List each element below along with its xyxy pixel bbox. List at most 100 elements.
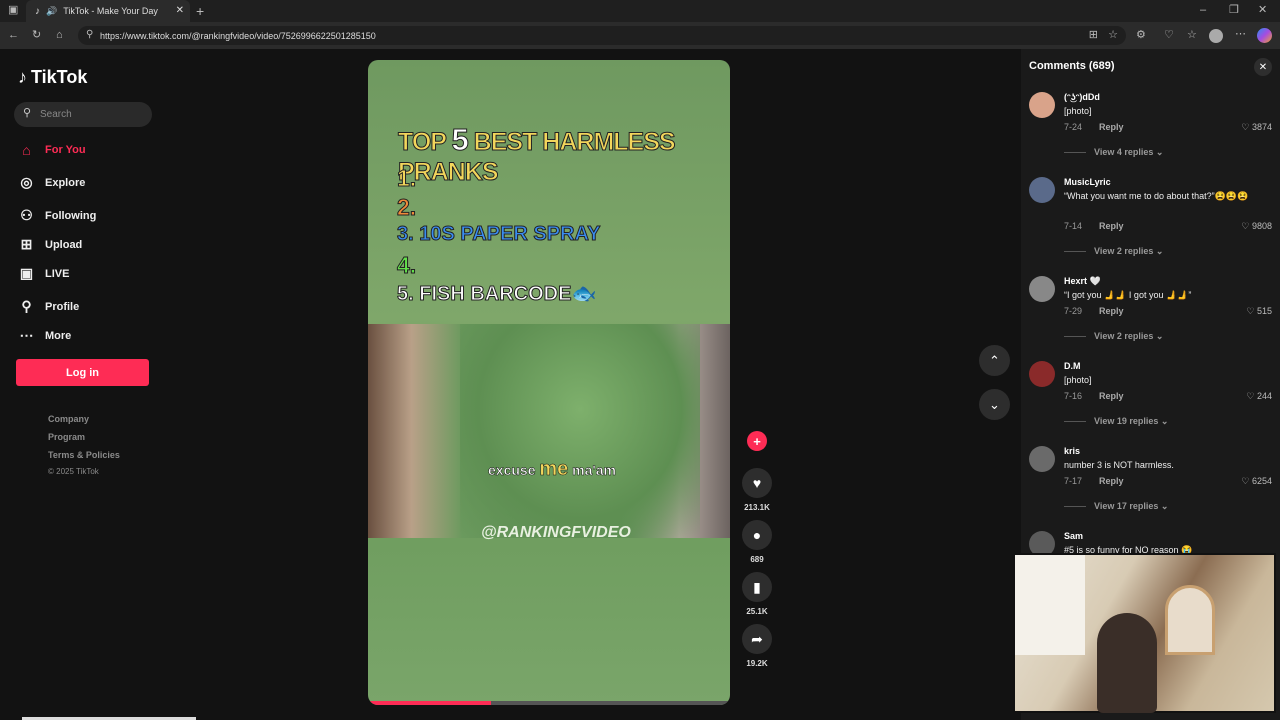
save-action[interactable]: ▮ 25.1K — [740, 572, 774, 616]
nav-upload[interactable]: ⊞ Upload — [18, 236, 83, 253]
heart-icon[interactable]: ♥ — [742, 468, 772, 498]
search-placeholder: Search — [40, 109, 72, 120]
window-light — [1015, 555, 1085, 655]
footer-terms[interactable]: Terms & Policies — [48, 450, 120, 460]
back-icon[interactable]: ← — [8, 30, 19, 41]
comment-username[interactable]: D.M — [1064, 361, 1081, 371]
nav-profile[interactable]: ⚲ Profile — [18, 298, 79, 315]
comment-date: 7-16 — [1064, 391, 1083, 401]
video-player[interactable]: TOP 5 BEST HARMLESS PRANKS 1. 2. 3. 10S … — [368, 60, 730, 705]
view-replies-button[interactable]: View 19 replies ⌄ — [1064, 416, 1168, 427]
nav-more[interactable]: ⋯ More — [18, 327, 72, 344]
tiktok-note-icon: ♪ — [18, 67, 27, 87]
extensions-icon[interactable]: ⚙ — [1136, 30, 1146, 41]
comment-text: number 3 is NOT harmless. — [1064, 460, 1174, 470]
green-shirt-figure — [460, 324, 700, 538]
avatar[interactable] — [1029, 446, 1055, 472]
copilot-icon[interactable] — [1257, 28, 1272, 43]
reply-button[interactable]: Reply — [1099, 476, 1124, 486]
upload-icon: ⊞ — [20, 236, 33, 252]
reply-button[interactable]: Reply — [1099, 122, 1124, 132]
comment-like[interactable]: ♡ 3874 — [1241, 122, 1272, 133]
list-item: 3. 10S PAPER SPRAY — [396, 223, 601, 246]
heart-outline-icon: ♡ — [1241, 122, 1252, 132]
nav-live[interactable]: ▣ LIVE — [18, 265, 70, 282]
comment-icon[interactable]: ● — [742, 520, 772, 550]
settings-menu-icon[interactable]: ⋯ — [1235, 29, 1246, 40]
nav-following[interactable]: ⚇ Following — [18, 207, 96, 224]
video-progress-fill — [368, 701, 492, 705]
comment-like[interactable]: ♡ 244 — [1246, 391, 1272, 402]
comment-count: 689 — [750, 555, 764, 564]
comment-text: [photo] — [1064, 375, 1092, 385]
tab-title: TikTok - Make Your Day — [63, 6, 158, 16]
nav-label: For You — [45, 144, 86, 156]
browser-essentials-icon[interactable]: ♡ — [1164, 30, 1174, 41]
list-item: 2. — [396, 194, 417, 221]
footer-program[interactable]: Program — [48, 432, 85, 442]
refresh-icon[interactable]: ↻ — [32, 30, 41, 41]
comment-like[interactable]: ♡ 515 — [1246, 306, 1272, 317]
comment-username[interactable]: (ᵔ͜ʖᵔ)dDd — [1064, 92, 1100, 102]
heart-outline-icon: ♡ — [1246, 306, 1257, 316]
url-text: https://www.tiktok.com/@rankingfvideo/vi… — [100, 30, 376, 41]
close-window-icon[interactable]: ✕ — [1258, 5, 1267, 16]
new-tab-icon[interactable]: + — [196, 4, 204, 18]
address-bar[interactable]: ⚲ https://www.tiktok.com/@rankingfvideo/… — [78, 26, 1126, 45]
login-button[interactable]: Log in — [16, 359, 149, 386]
avatar[interactable] — [1029, 177, 1055, 203]
chevron-down-icon: ⌄ — [989, 396, 1000, 412]
comment-like[interactable]: ♡ 9808 — [1241, 221, 1272, 232]
minimize-icon[interactable]: – — [1200, 5, 1206, 16]
nav-for-you[interactable]: ⌂ For You — [18, 142, 86, 158]
comment-username[interactable]: kris — [1064, 446, 1080, 456]
search-input[interactable]: ⚲ Search — [14, 102, 152, 127]
share-icon[interactable]: ➦ — [742, 624, 772, 654]
bookmark-icon[interactable]: ▮ — [742, 572, 772, 602]
comment-username[interactable]: Hexrt 🤍 — [1064, 276, 1101, 287]
home-icon: ⌂ — [22, 142, 31, 158]
video-progress-bar[interactable] — [368, 701, 730, 705]
like-action[interactable]: ♥ 213.1K — [740, 468, 774, 512]
browser-tab[interactable]: ♪ 🔊 TikTok - Make Your Day ✕ — [26, 0, 190, 22]
view-replies-button[interactable]: View 4 replies ⌄ — [1064, 147, 1163, 158]
home-button-icon[interactable]: ⌂ — [56, 30, 63, 41]
avatar[interactable] — [1029, 276, 1055, 302]
browser-profile-avatar[interactable] — [1209, 29, 1223, 43]
next-video-button[interactable]: ⌄ — [979, 389, 1010, 420]
favorite-star-icon[interactable]: ☆ — [1108, 30, 1118, 41]
share-action[interactable]: ➦ 19.2K — [740, 624, 774, 668]
close-comments-button[interactable]: ✕ — [1254, 58, 1272, 76]
nav-explore[interactable]: ◎ Explore — [18, 174, 85, 191]
previous-video-button[interactable]: ⌃ — [979, 345, 1010, 376]
tab-actions-icon[interactable]: ▣ — [8, 5, 18, 16]
nav-label: LIVE — [45, 267, 70, 280]
follow-plus-icon[interactable]: + — [747, 431, 767, 451]
avatar[interactable] — [1029, 361, 1055, 387]
footer-company[interactable]: Company — [48, 414, 89, 424]
comment-date: 7-29 — [1064, 306, 1083, 316]
chevron-up-icon: ⌃ — [989, 352, 1000, 368]
live-icon: ▣ — [19, 265, 34, 281]
reply-button[interactable]: Reply — [1099, 306, 1124, 316]
view-replies-button[interactable]: View 2 replies ⌄ — [1064, 331, 1163, 342]
tiktok-logo[interactable]: ♪ TikTok — [18, 67, 87, 88]
app-available-icon[interactable]: ⊞ — [1089, 30, 1098, 41]
nav-label: Profile — [45, 300, 80, 313]
nav-label: More — [45, 329, 72, 342]
reply-button[interactable]: Reply — [1099, 221, 1124, 231]
close-tab-icon[interactable]: ✕ — [176, 5, 184, 16]
reply-button[interactable]: Reply — [1099, 391, 1124, 401]
comment-action[interactable]: ● 689 — [740, 520, 774, 564]
list-item: 4. — [396, 252, 417, 279]
site-info-icon[interactable]: ⚲ — [86, 30, 93, 40]
comment-username[interactable]: Sam — [1064, 531, 1083, 541]
view-replies-button[interactable]: View 17 replies ⌄ — [1064, 501, 1168, 512]
view-replies-button[interactable]: View 2 replies ⌄ — [1064, 246, 1163, 257]
avatar[interactable] — [1029, 92, 1055, 118]
comment-username[interactable]: MusicLyric — [1064, 177, 1111, 187]
brand-name: TikTok — [31, 67, 88, 87]
favorites-icon[interactable]: ☆ — [1187, 30, 1197, 41]
comment-like[interactable]: ♡ 6254 — [1241, 476, 1272, 487]
restore-icon[interactable]: ❐ — [1229, 5, 1239, 16]
